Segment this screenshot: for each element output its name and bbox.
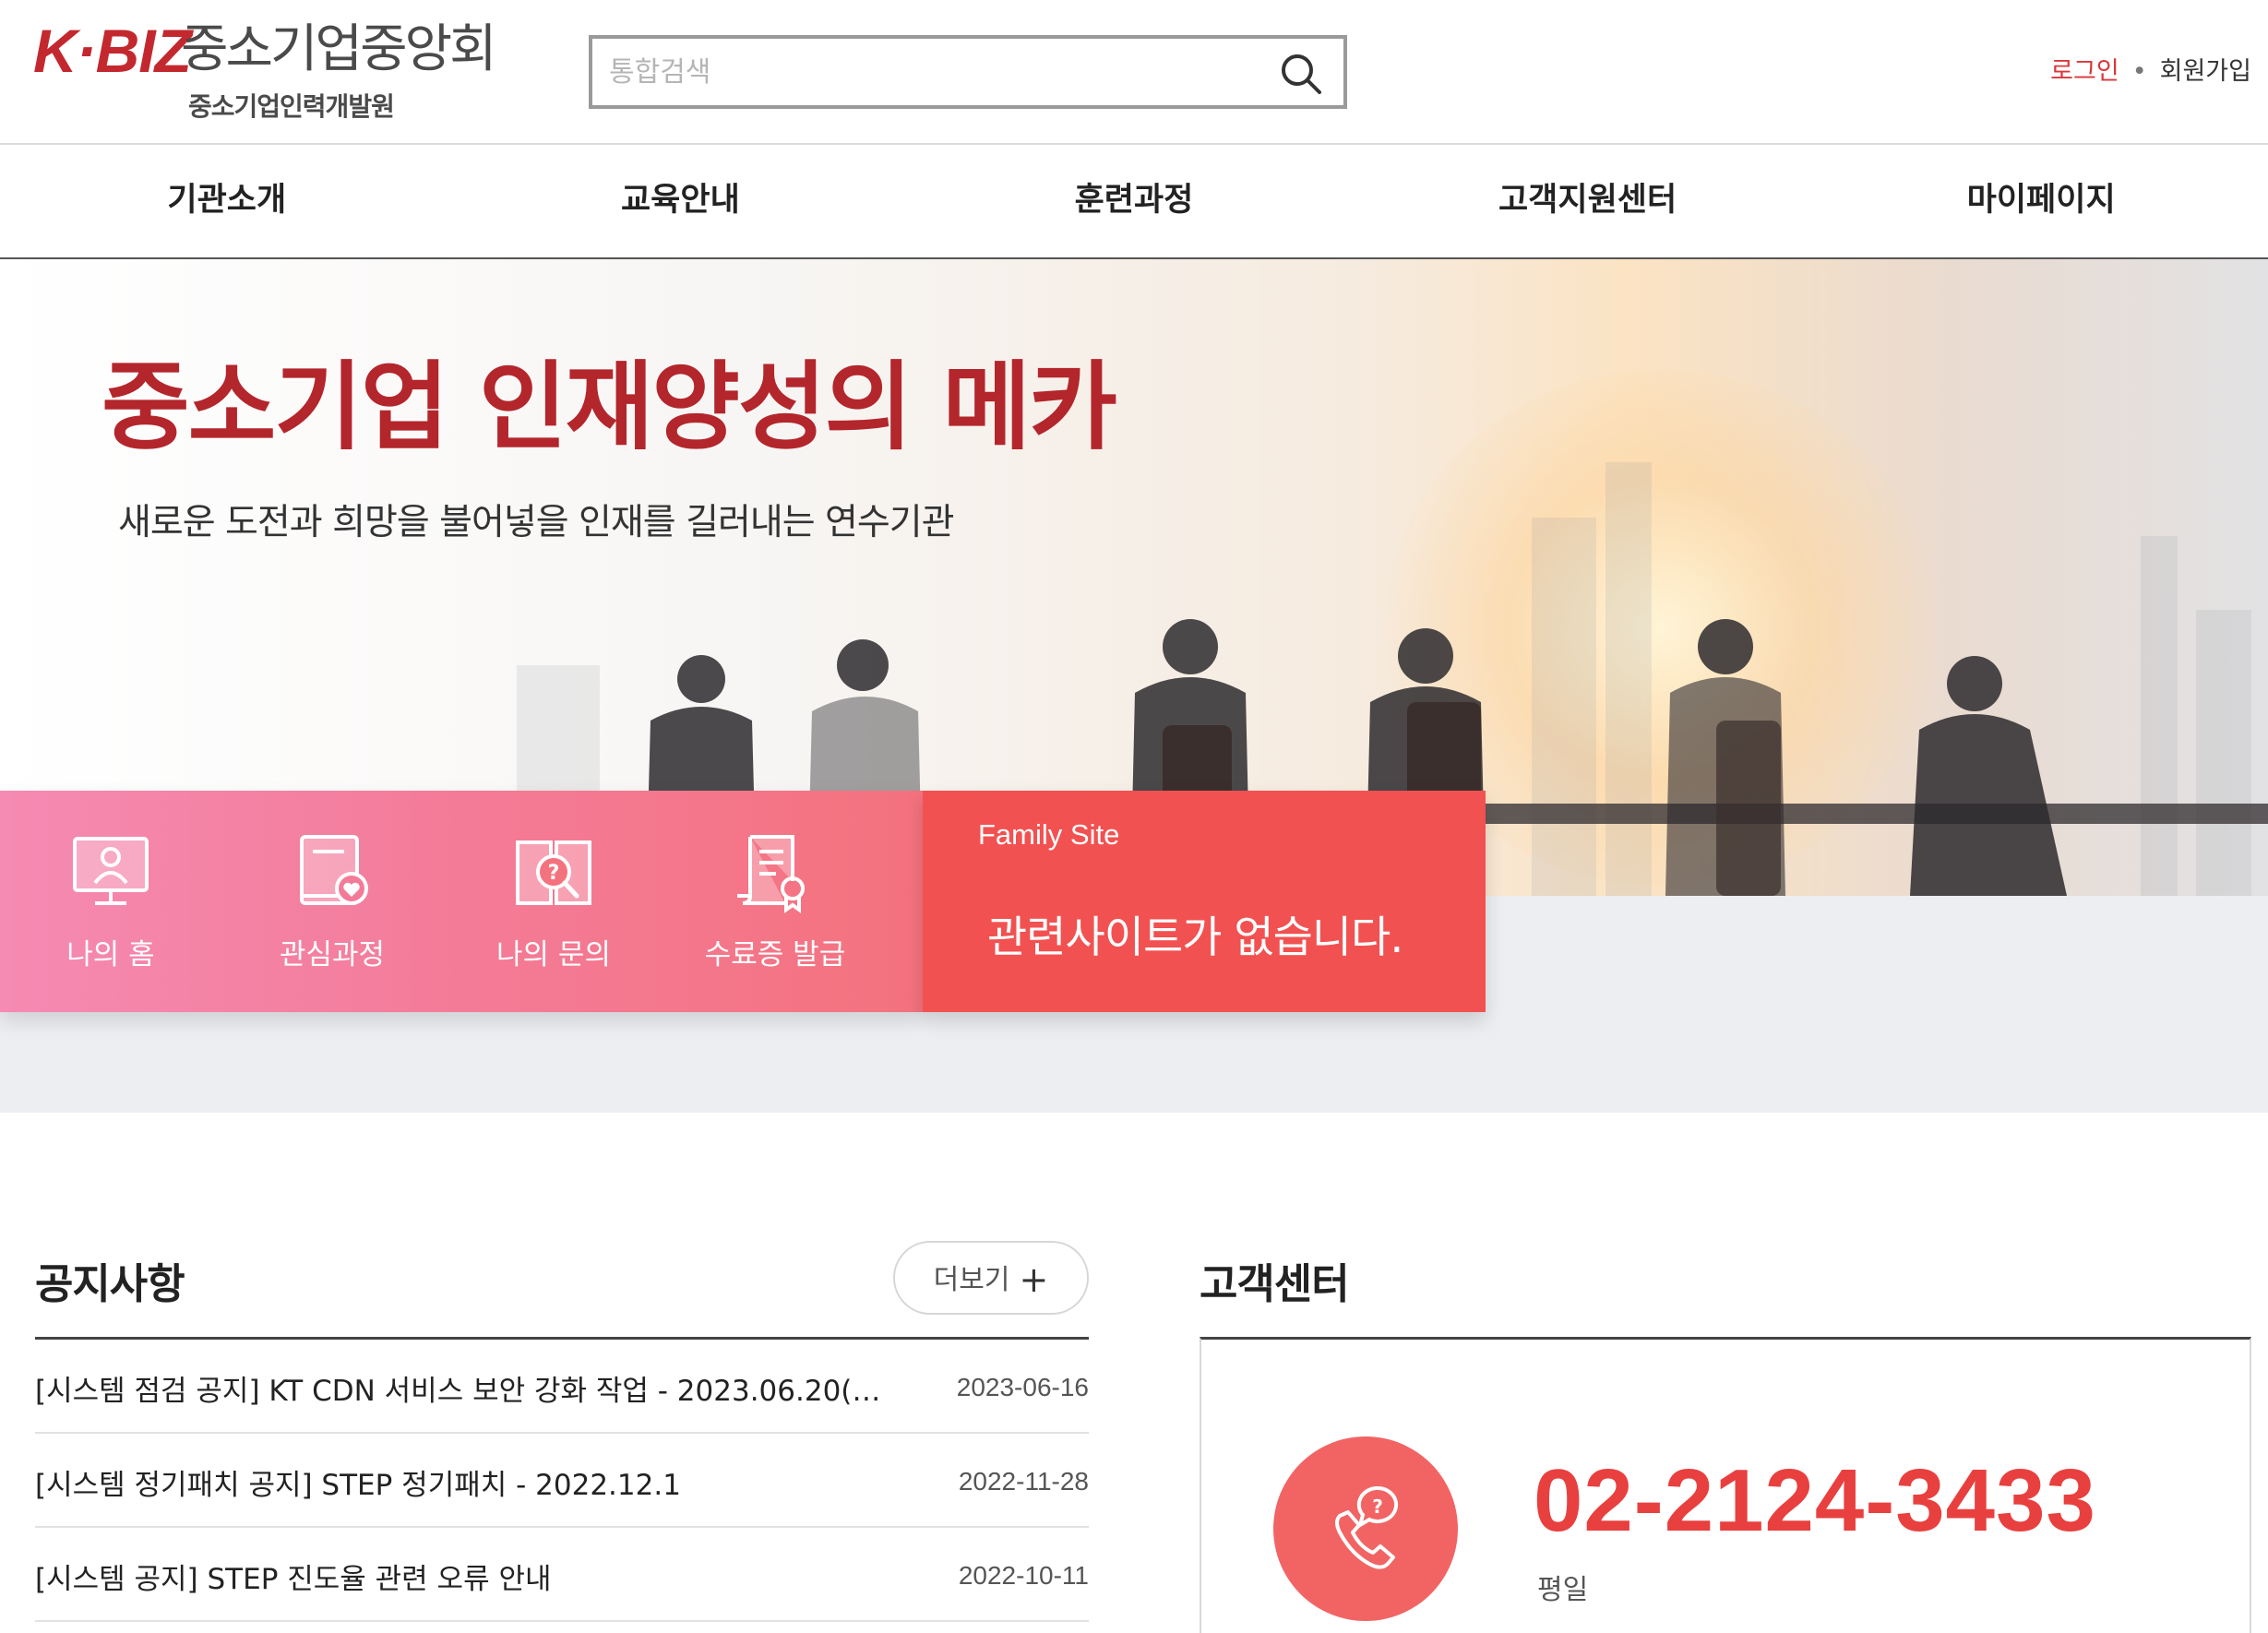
logo-mark: K·BIZ (33, 17, 192, 85)
notice-row[interactable]: [시스템 점검 공지] KT CDN 서비스 보안 강화 작업 - 2023.0… (35, 1340, 1089, 1434)
main-nav: 기관소개 교육안내 훈련과정 고객지원센터 마이페이지 (0, 145, 2268, 259)
phone-circle: ? (1273, 1436, 1458, 1621)
family-site-panel[interactable]: Family Site 관련사이트가 없습니다. (923, 791, 1486, 1012)
search-button[interactable] (1279, 52, 1323, 96)
quick-item-label: 나의 문의 (496, 938, 611, 971)
search-box (589, 35, 1347, 109)
book-question-icon: ? (516, 840, 591, 905)
support-hours-label: 평일 (1537, 1574, 1589, 1606)
quick-item-interest-courses[interactable]: 관심과정 (221, 791, 443, 1012)
family-site-message: 관련사이트가 없습니다. (987, 912, 1403, 963)
notice-item-date: 2023-06-16 (956, 1373, 1089, 1401)
notice-title: 공지사항 (35, 1259, 185, 1308)
login-link[interactable]: 로그인 (2050, 57, 2119, 86)
notice-more-button[interactable]: 더보기 + (893, 1241, 1089, 1315)
nav-item-education[interactable]: 교육안내 (454, 145, 908, 257)
notice-item-title[interactable]: [시스템 점검 공지] KT CDN 서비스 보안 강화 작업 - 2023.0… (35, 1367, 884, 1409)
quick-item-certificate[interactable]: 수료증 발급 (664, 791, 886, 1012)
book-heart-icon (300, 835, 368, 905)
family-site-title: Family Site (978, 818, 1120, 851)
quick-item-my-home[interactable]: 나의 홈 (0, 791, 221, 1012)
notice-row[interactable]: [시스템 정기패치 공지] STEP 정기패치 - 2022.12.1 2022… (35, 1434, 1089, 1528)
monitor-user-icon (73, 837, 149, 905)
hero-banner: 중소기업 인재양성의 메카 새로운 도전과 희망을 불어넣을 인재를 길러내는 … (0, 259, 2268, 1113)
svg-text:?: ? (1372, 1496, 1383, 1518)
notice-item-date: 2022-11-28 (958, 1467, 1089, 1496)
logo-sub: 중소기업인력개발원 (188, 91, 395, 122)
logo-name: 중소기업중앙회 (181, 19, 497, 79)
support-box: ? 02-2124-3433 평일 (1200, 1337, 2251, 1633)
hero-title: 중소기업 인재양성의 메카 (101, 351, 1117, 463)
nav-item-courses[interactable]: 훈련과정 (907, 145, 1361, 257)
notice-row[interactable]: [시스템 공지] STEP 진도율 관련 오류 안내 2022-10-11 (35, 1528, 1089, 1622)
plus-icon: + (1019, 1258, 1049, 1300)
hero-subtitle: 새로운 도전과 희망을 불어넣을 인재를 길러내는 연수기관 (118, 502, 955, 543)
svg-text:?: ? (548, 862, 560, 885)
site-header: K·BIZ 중소기업중앙회 중소기업인력개발원 로그인 • 회원가입 (0, 0, 2268, 145)
nav-item-mypage[interactable]: 마이페이지 (1814, 145, 2268, 257)
notice-item-date: 2022-10-11 (958, 1561, 1089, 1590)
notice-item-title[interactable]: [시스템 정기패치 공지] STEP 정기패치 - 2022.12.1 (35, 1461, 884, 1503)
phone-chat-icon: ? (1335, 1485, 1399, 1569)
join-link[interactable]: 회원가입 (2160, 57, 2251, 86)
more-label: 더보기 (933, 1263, 1010, 1296)
quick-item-my-inquiry[interactable]: ? 나의 문의 (443, 791, 664, 1012)
notice-item-title[interactable]: [시스템 공지] STEP 진도율 관련 오류 안내 (35, 1556, 884, 1597)
nav-item-about[interactable]: 기관소개 (0, 145, 454, 257)
support-phone-number: 02-2124-3433 (1534, 1451, 2096, 1550)
quick-item-label: 수료증 발급 (704, 938, 846, 971)
user-links: 로그인 • 회원가입 (2050, 55, 2251, 89)
search-icon (1282, 54, 1321, 94)
quick-menu: 나의 홈 관심과정 ? 나의 문의 수료증 발급 (0, 791, 923, 1012)
support-title: 고객센터 (1200, 1259, 1350, 1308)
notice-list: [시스템 점검 공지] KT CDN 서비스 보안 강화 작업 - 2023.0… (35, 1337, 1089, 1622)
logo[interactable]: K·BIZ 중소기업중앙회 중소기업인력개발원 (33, 20, 513, 131)
quick-item-label: 나의 홈 (66, 938, 155, 971)
separator-dot: • (2131, 57, 2147, 86)
quick-item-label: 관심과정 (279, 938, 386, 971)
nav-item-support[interactable]: 고객지원센터 (1361, 145, 1815, 257)
search-input[interactable] (609, 50, 1255, 94)
certificate-icon (737, 835, 805, 913)
